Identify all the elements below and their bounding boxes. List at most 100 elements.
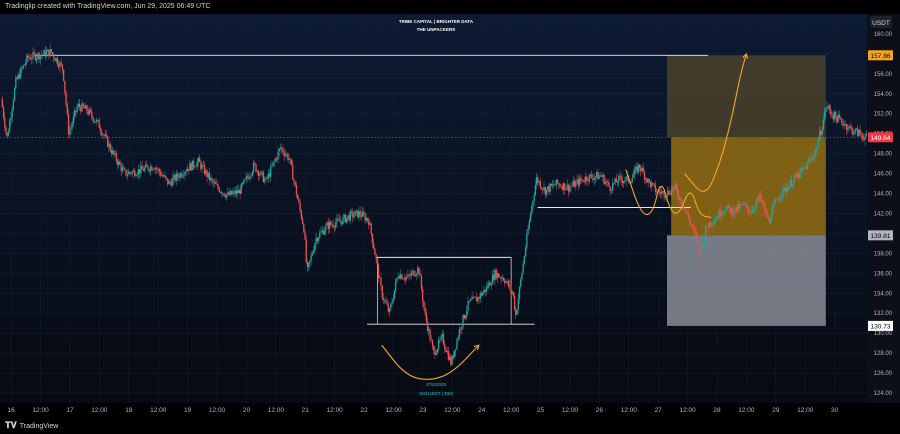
candle-body (426, 321, 429, 331)
candle-body (520, 279, 522, 287)
candle-body (798, 173, 800, 179)
time-tick-label: 23 (419, 407, 427, 414)
price-tag-target-label: 157.86 (871, 53, 891, 60)
candle-body (648, 179, 651, 182)
candle-body (354, 211, 356, 216)
candle-body (532, 200, 534, 206)
candle-body (723, 211, 725, 212)
candle-body (243, 180, 245, 184)
time-tick-label: 12:00 (385, 407, 402, 414)
candle-body (504, 280, 506, 284)
candle-body (614, 178, 616, 184)
candle-body (605, 181, 608, 183)
candle-body (801, 167, 804, 171)
candle-body (843, 124, 845, 126)
candle-body (591, 174, 593, 178)
price-tick-label: 134.00 (874, 291, 893, 297)
candle-body (686, 212, 689, 214)
candle-body (805, 166, 807, 170)
candle-body (403, 278, 405, 280)
candle-body (588, 174, 590, 182)
candle-body (575, 181, 577, 187)
candle-body (673, 186, 675, 191)
time-tick-label: 12:00 (327, 407, 344, 414)
price-chart[interactable]: 124.00 126.00 128.00 130.00 132.00 134.00 136.… (0, 0, 900, 434)
candle-body (283, 152, 285, 156)
candle-body (582, 179, 584, 182)
candle-body (299, 202, 301, 211)
candle-body (369, 223, 371, 225)
candle-body (547, 186, 549, 190)
candle-body (105, 134, 108, 137)
target-zone-lower[interactable] (671, 137, 826, 236)
candle-body (89, 109, 92, 112)
candle-body (203, 165, 206, 175)
candle-body (732, 207, 734, 216)
candle-body (516, 309, 518, 316)
candle-body (353, 215, 355, 218)
tradingview-logo-icon[interactable]: 𝐓𝐕 (5, 421, 17, 431)
candle-body (348, 215, 350, 221)
candle-body (331, 224, 333, 226)
candle-body (652, 183, 654, 184)
candle-body (172, 178, 174, 186)
candle-body (76, 106, 78, 112)
candle-body (18, 74, 21, 79)
candle-body (33, 52, 35, 54)
time-tick-label: 12:00 (150, 407, 167, 414)
candle-body (233, 190, 235, 193)
candle-body (577, 179, 579, 186)
candle-body (181, 175, 184, 177)
candle-body (142, 169, 144, 171)
candle-body (529, 214, 532, 221)
candle-body (108, 143, 110, 147)
candle-body (71, 123, 73, 128)
candle-body (315, 238, 317, 244)
candle-body (696, 234, 698, 243)
candle-body (207, 172, 209, 178)
candle-body (300, 210, 303, 219)
candle-body (368, 220, 370, 225)
footer-brand[interactable]: TradingView (20, 423, 59, 430)
candle-body (132, 170, 135, 172)
candle-body (645, 178, 647, 180)
candle-body (137, 169, 140, 175)
candle-body (806, 162, 809, 170)
candle-body (390, 304, 392, 309)
candle-body (308, 262, 310, 268)
candle-body (261, 171, 263, 173)
candle-body (75, 110, 77, 112)
candle-body (474, 297, 477, 298)
candle-body (97, 119, 99, 121)
position-zones[interactable] (667, 55, 826, 326)
candle-body (433, 345, 435, 351)
candle-body (325, 225, 327, 231)
price-tick-label: 154.00 (874, 92, 893, 98)
stop-zone[interactable] (667, 235, 826, 326)
candle-body (32, 52, 34, 59)
candle-body (53, 54, 55, 59)
candle-body (733, 213, 735, 216)
candle-body (375, 254, 377, 259)
candle-body (303, 223, 305, 232)
candle-body (497, 273, 500, 277)
target-zone-upper[interactable] (667, 55, 826, 138)
candle-body (566, 184, 568, 189)
candle-body (279, 147, 282, 149)
time-tick-label: 12:00 (209, 407, 226, 414)
candle-body (722, 211, 724, 215)
candle-body (501, 278, 503, 279)
candle-body (281, 147, 283, 149)
candle-body (260, 171, 262, 175)
candle-body (853, 132, 855, 135)
candle-body (212, 180, 214, 184)
candle-body (765, 210, 767, 212)
candle-body (537, 177, 539, 183)
candle-body (350, 211, 353, 213)
time-axis[interactable]: 16 12:00 17 12:00 18 12:00 19 12:00 20 12:00 21 12:… (8, 407, 839, 414)
candle-body (135, 175, 137, 177)
candle-body (381, 286, 383, 298)
candle-body (565, 188, 567, 191)
candle-body (66, 104, 68, 114)
candle-body (814, 152, 816, 158)
